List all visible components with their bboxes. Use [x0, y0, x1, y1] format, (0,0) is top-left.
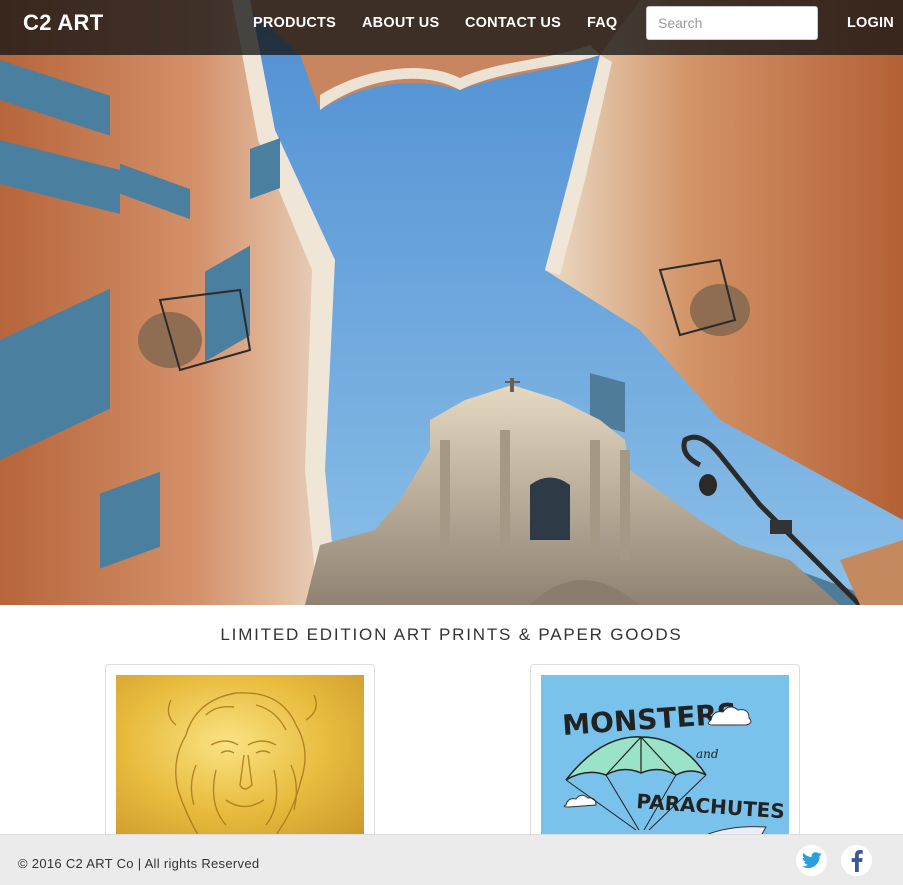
product-card-monsters[interactable]: MONSTERS and PARACHUTES	[530, 664, 800, 854]
nav-products-link[interactable]: PRODUCTS	[253, 15, 336, 31]
login-link[interactable]: LOGIN	[847, 15, 894, 31]
facebook-icon[interactable]	[841, 845, 872, 876]
art-text-and: and	[696, 747, 719, 761]
hero-image	[0, 0, 903, 605]
nav-about-link[interactable]: ABOUT US	[362, 15, 439, 31]
product-card-lion[interactable]	[105, 664, 375, 854]
monsters-parachutes-print-image: MONSTERS and PARACHUTES	[541, 675, 789, 845]
twitter-bird-icon	[801, 852, 822, 868]
nav-contact-link[interactable]: CONTACT US	[465, 15, 561, 31]
rome-church-photo-icon	[0, 0, 903, 605]
section-heading: LIMITED EDITION ART PRINTS & PAPER GOODS	[220, 625, 683, 644]
site-footer: © 2016 C2 ART Co | All rights Reserved	[0, 834, 903, 885]
facebook-f-icon	[851, 849, 863, 872]
monsters-parachutes-icon: MONSTERS and PARACHUTES	[541, 675, 789, 845]
search-input[interactable]	[646, 6, 818, 40]
copyright-text: © 2016 C2 ART Co | All rights Reserved	[18, 856, 260, 871]
nav-faq-link[interactable]: FAQ	[587, 15, 617, 31]
brand-logo[interactable]: C2 ART	[23, 10, 103, 36]
gold-lion-print-image	[116, 675, 364, 845]
top-nav-bar: C2 ART PRODUCTS ABOUT US CONTACT US FAQ …	[0, 0, 903, 55]
gold-lion-icon	[116, 675, 364, 845]
twitter-icon[interactable]	[796, 845, 827, 876]
